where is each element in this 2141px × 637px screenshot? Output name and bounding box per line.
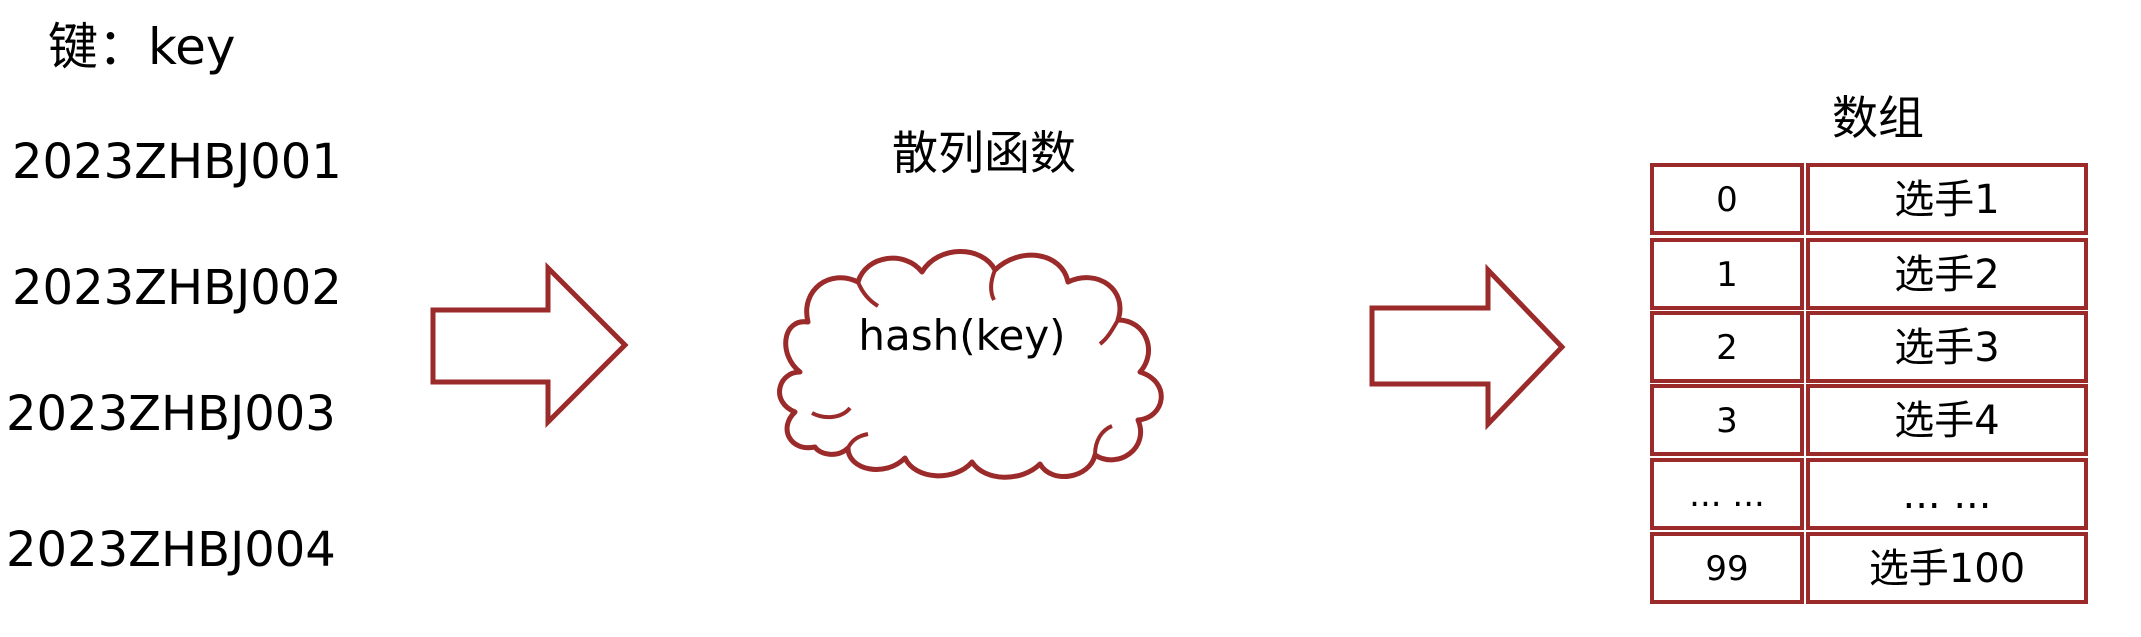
hash-diagram: hash(key) 0 选手1 1 选手2 2 选手3 3 选手4 ... ... ... ...… xyxy=(430,163,2088,604)
array-index-label: 99 xyxy=(1705,549,1748,589)
array-value-label: 选手3 xyxy=(1894,325,1999,371)
array-value-label: 选手1 xyxy=(1894,177,1999,223)
arrow-keys-to-hash xyxy=(430,261,629,429)
hash-cloud xyxy=(777,249,1164,480)
array-index-label: 3 xyxy=(1716,401,1738,441)
array-index-label: 2 xyxy=(1716,328,1738,368)
array-value-label: 选手100 xyxy=(1869,546,2025,592)
array-index-label: 1 xyxy=(1716,255,1738,295)
arrow-hash-to-array xyxy=(1369,263,1566,431)
array-index-label: ... ... xyxy=(1689,475,1765,515)
array-value-label: 选手4 xyxy=(1894,398,1999,444)
hash-function-label: hash(key) xyxy=(858,311,1065,360)
array-table: 0 选手1 1 选手2 2 选手3 3 选手4 ... ... ... ... 99 选手100 xyxy=(1650,163,2088,604)
array-value-label: 选手2 xyxy=(1894,252,1999,298)
array-value-label: ... ... xyxy=(1902,472,1991,518)
array-index-label: 0 xyxy=(1716,180,1738,220)
